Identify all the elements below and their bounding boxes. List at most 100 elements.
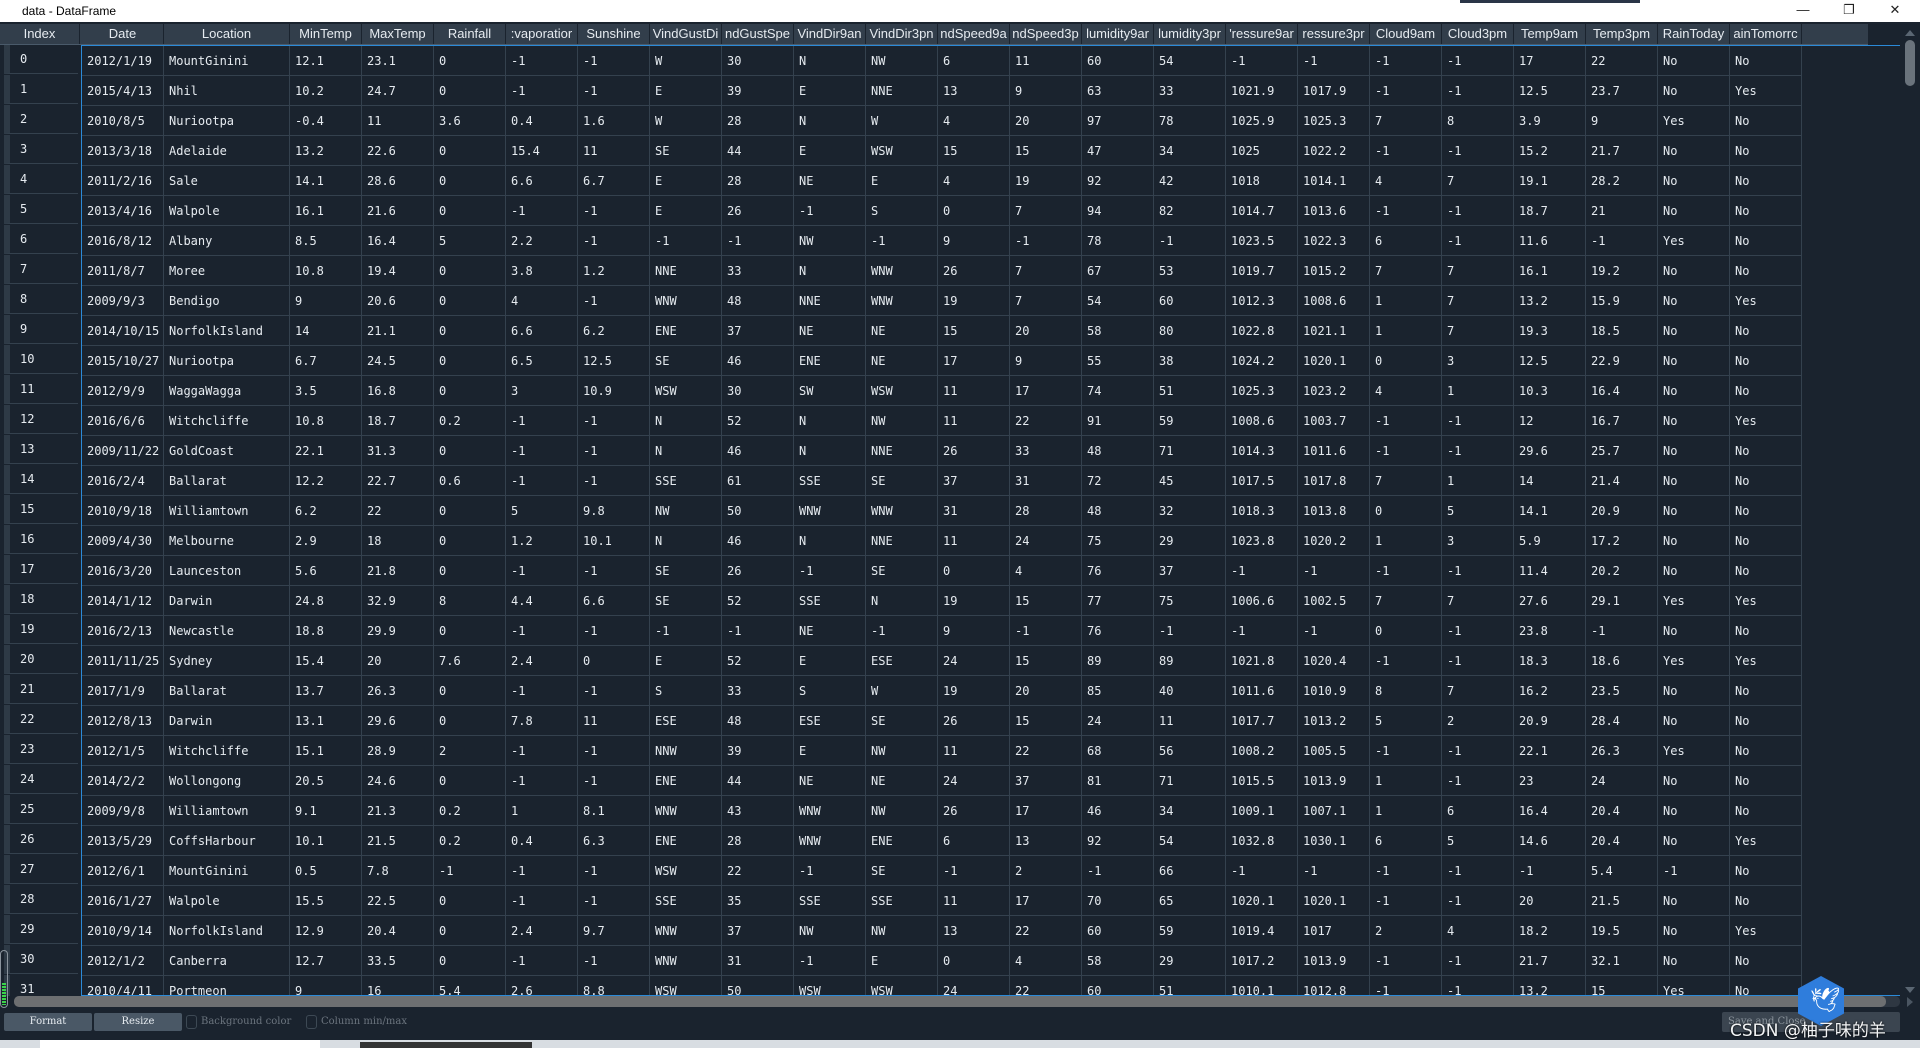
table-cell[interactable]: 31 xyxy=(722,946,794,976)
table-cell[interactable]: 1.6 xyxy=(578,106,650,136)
table-cell[interactable]: 12.9 xyxy=(290,916,362,946)
table-cell[interactable]: 1020.1 xyxy=(1298,346,1370,376)
table-cell[interactable]: 7 xyxy=(1010,256,1082,286)
table-cell[interactable]: 28 xyxy=(722,106,794,136)
table-cell[interactable]: 14.1 xyxy=(290,166,362,196)
table-cell[interactable]: 15 xyxy=(1010,586,1082,616)
table-cell[interactable]: 3 xyxy=(506,376,578,406)
table-cell[interactable]: 14 xyxy=(290,316,362,346)
table-cell[interactable]: 7 xyxy=(1442,256,1514,286)
table-cell[interactable]: No xyxy=(1658,196,1730,226)
table-cell[interactable]: 47 xyxy=(1082,136,1154,166)
table-cell[interactable]: No xyxy=(1730,256,1802,286)
table-cell[interactable]: 10.1 xyxy=(578,526,650,556)
table-cell[interactable]: -1 xyxy=(794,856,866,886)
table-cell[interactable]: 82 xyxy=(1154,196,1226,226)
table-cell[interactable]: No xyxy=(1658,286,1730,316)
table-cell[interactable]: Yes xyxy=(1730,586,1802,616)
table-cell[interactable]: Adelaide xyxy=(164,136,290,166)
table-cell[interactable]: 22 xyxy=(362,496,434,526)
table-cell[interactable]: No xyxy=(1658,346,1730,376)
table-cell[interactable]: -1 xyxy=(506,676,578,706)
table-cell[interactable]: -1 xyxy=(578,466,650,496)
table-cell[interactable]: WNW xyxy=(794,826,866,856)
row-index-cell[interactable]: 3 xyxy=(4,135,78,164)
table-cell[interactable]: 1018.3 xyxy=(1226,496,1298,526)
table-cell[interactable]: 17 xyxy=(1514,46,1586,76)
table-cell[interactable]: 24.6 xyxy=(362,766,434,796)
table-cell[interactable]: 22.1 xyxy=(290,436,362,466)
table-cell[interactable]: SE xyxy=(650,586,722,616)
table-cell[interactable]: -1 xyxy=(1226,556,1298,586)
table-cell[interactable]: 1020.1 xyxy=(1298,886,1370,916)
table-cell[interactable]: 1019.4 xyxy=(1226,916,1298,946)
table-cell[interactable]: 1013.2 xyxy=(1298,706,1370,736)
table-cell[interactable]: -1 xyxy=(506,556,578,586)
table-cell[interactable]: 33.5 xyxy=(362,946,434,976)
table-cell[interactable]: No xyxy=(1730,856,1802,886)
table-cell[interactable]: -1 xyxy=(1010,616,1082,646)
table-cell[interactable]: 15 xyxy=(1010,646,1082,676)
table-cell[interactable]: 1024.2 xyxy=(1226,346,1298,376)
table-cell[interactable]: SE xyxy=(650,346,722,376)
table-cell[interactable]: N xyxy=(794,436,866,466)
table-cell[interactable]: -1 xyxy=(1442,856,1514,886)
table-cell[interactable]: 1014.3 xyxy=(1226,436,1298,466)
table-cell[interactable]: 7 xyxy=(1370,466,1442,496)
table-cell[interactable]: 37 xyxy=(722,916,794,946)
table-cell[interactable]: -1 xyxy=(578,436,650,466)
table-cell[interactable]: 3.9 xyxy=(1514,106,1586,136)
table-cell[interactable]: 19 xyxy=(938,586,1010,616)
table-cell[interactable]: 20.4 xyxy=(1586,826,1658,856)
table-cell[interactable]: Canberra xyxy=(164,946,290,976)
table-cell[interactable]: 2010/4/11 xyxy=(82,976,164,995)
table-cell[interactable]: 75 xyxy=(1154,586,1226,616)
table-cell[interactable]: 1020.4 xyxy=(1298,646,1370,676)
table-cell[interactable]: -1 xyxy=(794,196,866,226)
table-cell[interactable]: -1 xyxy=(506,946,578,976)
table-cell[interactable]: 11 xyxy=(1154,706,1226,736)
table-cell[interactable]: 22 xyxy=(1586,46,1658,76)
table-cell[interactable]: 1008.6 xyxy=(1226,406,1298,436)
table-cell[interactable]: 9.1 xyxy=(290,796,362,826)
taskbar-item[interactable] xyxy=(40,1040,320,1048)
table-cell[interactable]: Yes xyxy=(1730,406,1802,436)
table-cell[interactable]: -1 xyxy=(1298,616,1370,646)
column-header[interactable]: MaxTemp xyxy=(362,24,434,44)
table-cell[interactable]: 28 xyxy=(722,826,794,856)
table-cell[interactable]: 0 xyxy=(434,256,506,286)
table-cell[interactable]: 0 xyxy=(434,676,506,706)
table-cell[interactable]: 81 xyxy=(1082,766,1154,796)
table-cell[interactable]: 13.7 xyxy=(290,676,362,706)
table-cell[interactable]: 32.1 xyxy=(1586,946,1658,976)
table-cell[interactable]: 23.1 xyxy=(362,46,434,76)
table-cell[interactable]: -1 xyxy=(1442,136,1514,166)
table-cell[interactable]: 1 xyxy=(1442,376,1514,406)
table-cell[interactable]: 15.1 xyxy=(290,736,362,766)
table-cell[interactable]: 4.4 xyxy=(506,586,578,616)
column-header[interactable]: :vaporatior xyxy=(506,24,578,44)
table-cell[interactable]: 17 xyxy=(1010,376,1082,406)
table-cell[interactable]: Moree xyxy=(164,256,290,286)
table-cell[interactable]: -1 xyxy=(1298,856,1370,886)
table-cell[interactable]: E xyxy=(650,166,722,196)
table-cell[interactable]: 8.8 xyxy=(578,976,650,995)
table-cell[interactable]: -1 xyxy=(722,226,794,256)
table-cell[interactable]: 39 xyxy=(722,736,794,766)
table-cell[interactable]: 22.7 xyxy=(362,466,434,496)
table-cell[interactable]: 1013.6 xyxy=(1298,196,1370,226)
table-cell[interactable]: 8 xyxy=(1442,106,1514,136)
table-cell[interactable]: 1 xyxy=(506,796,578,826)
table-cell[interactable]: -1 xyxy=(1442,556,1514,586)
table-cell[interactable]: NNW xyxy=(650,736,722,766)
table-cell[interactable]: 78 xyxy=(1082,226,1154,256)
table-cell[interactable]: 0.4 xyxy=(506,826,578,856)
table-cell[interactable]: 51 xyxy=(1154,976,1226,995)
table-cell[interactable]: 92 xyxy=(1082,166,1154,196)
table-cell[interactable]: No xyxy=(1730,706,1802,736)
table-cell[interactable]: NE xyxy=(866,766,938,796)
table-cell[interactable]: NNE xyxy=(866,526,938,556)
table-cell[interactable]: 46 xyxy=(722,526,794,556)
table-cell[interactable]: WNW xyxy=(866,496,938,526)
table-cell[interactable]: -1 xyxy=(1370,886,1442,916)
